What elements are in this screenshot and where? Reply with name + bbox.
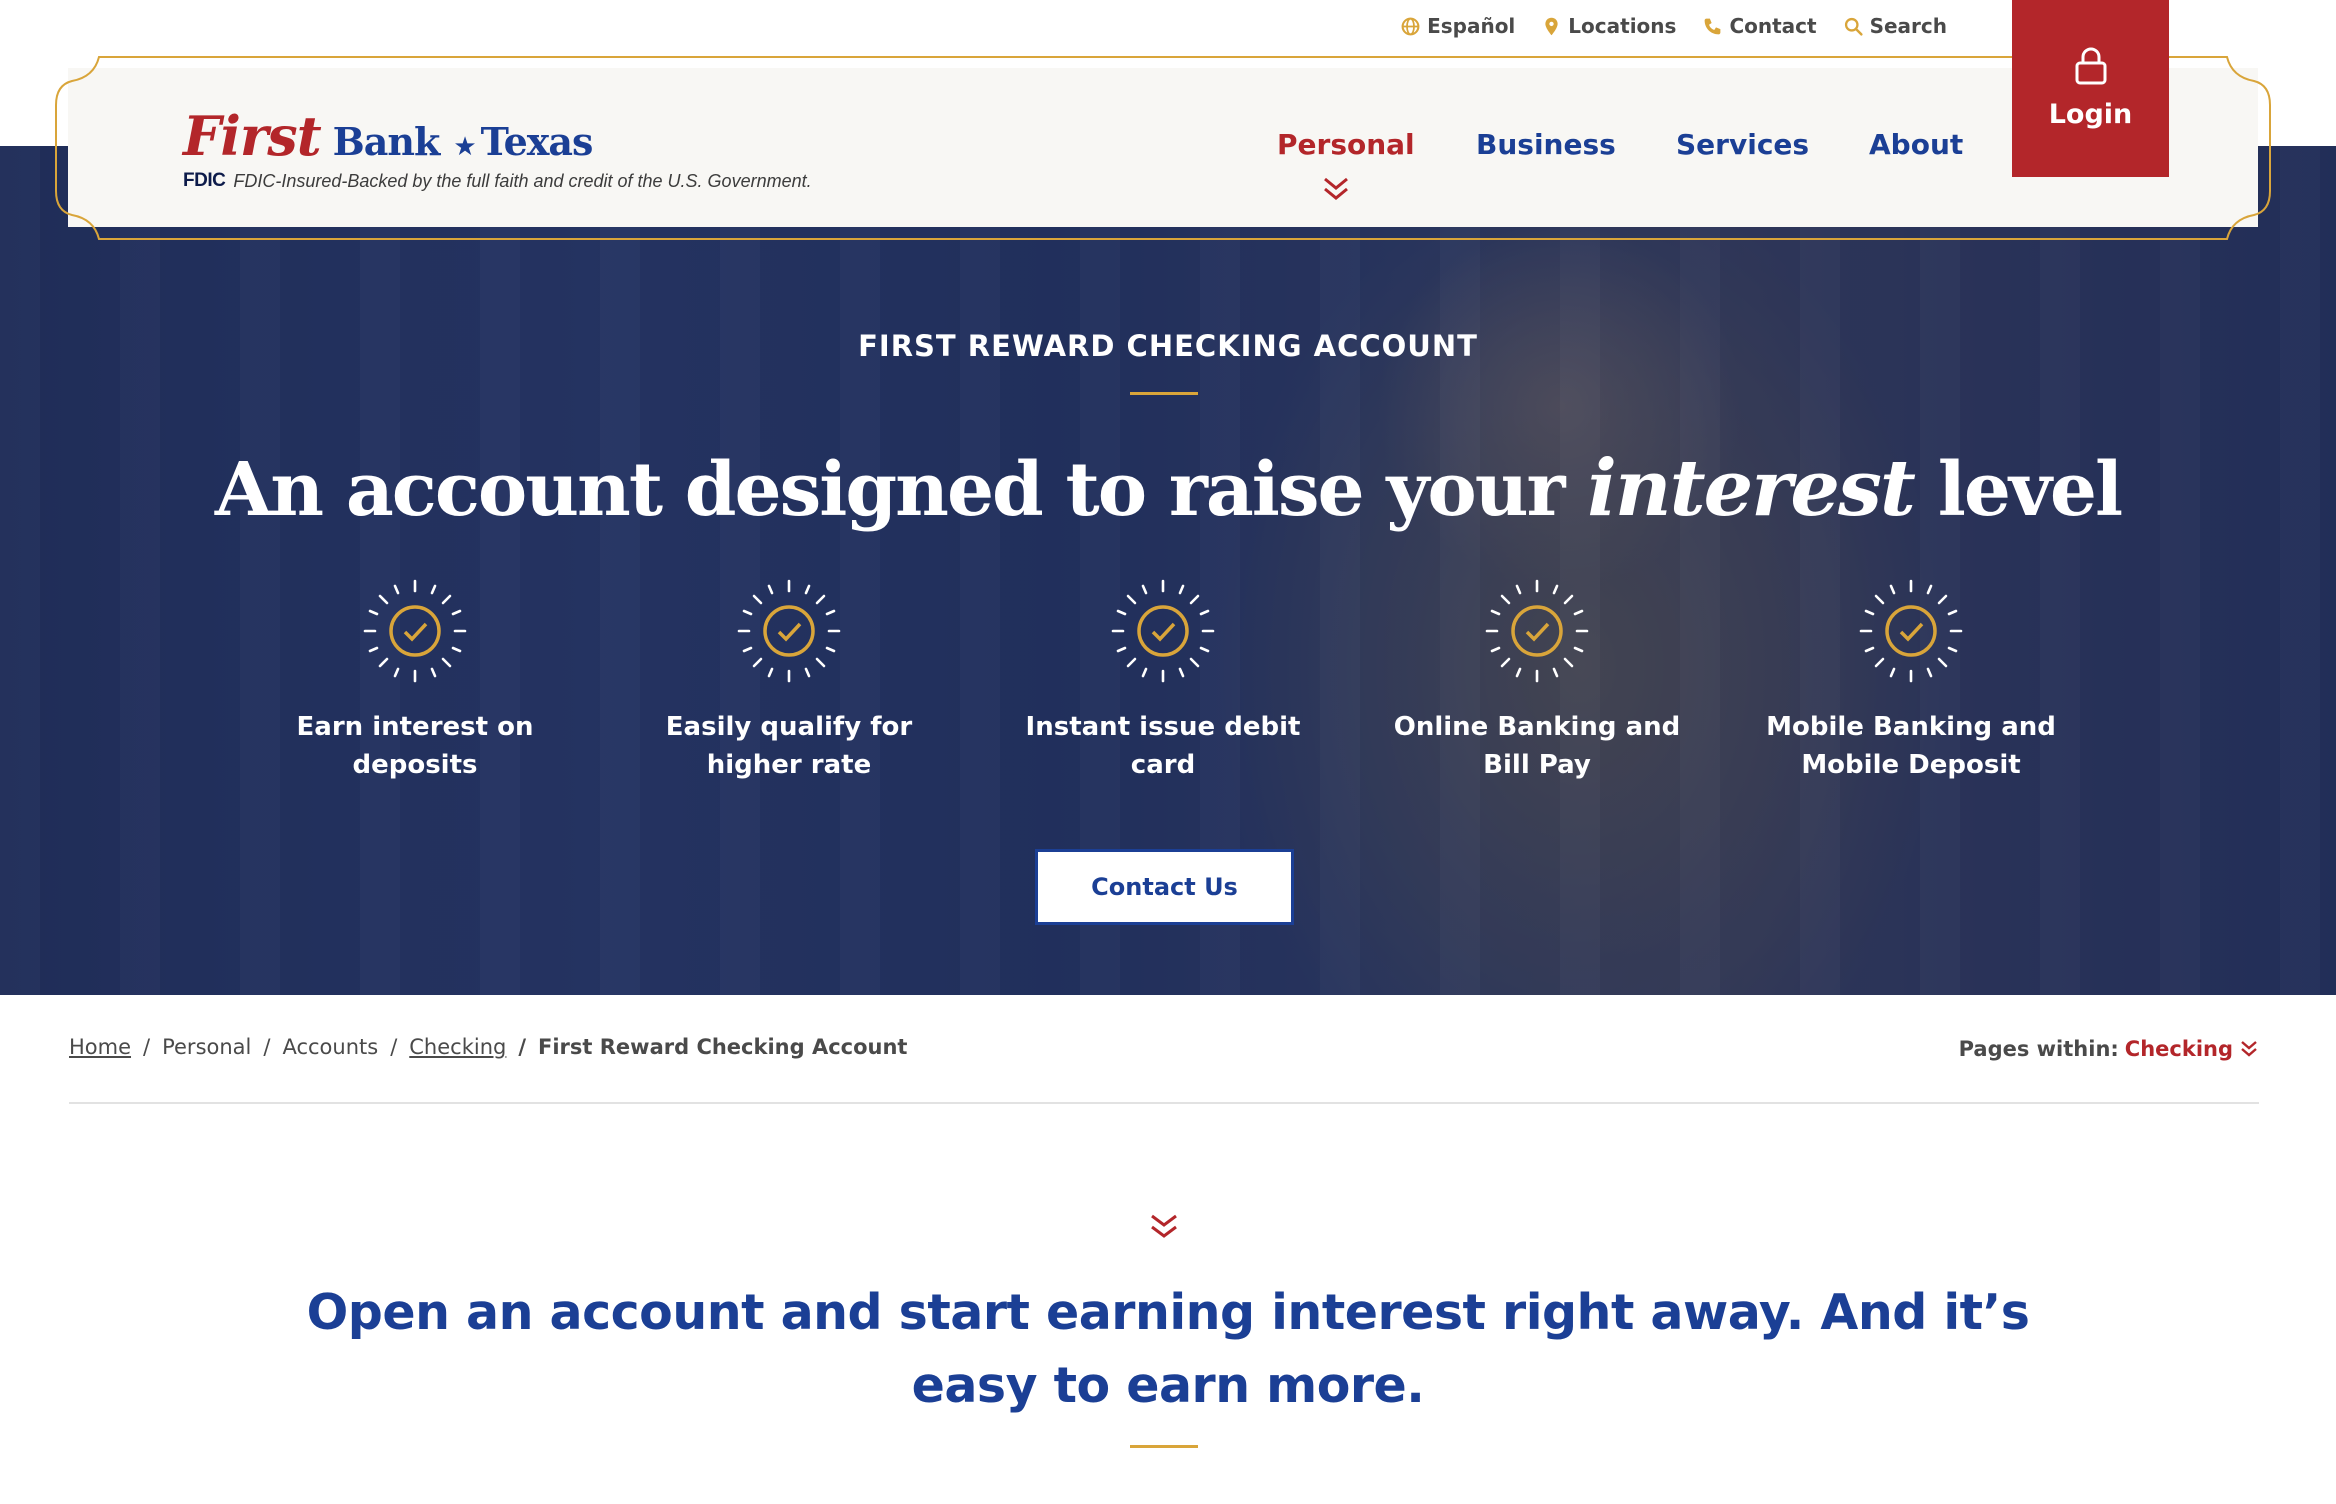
headline-before: An account designed to raise your [214, 447, 1588, 533]
chevron-down-icon [2241, 1041, 2257, 1057]
feature-item: Earn interest on deposits [265, 576, 565, 784]
breadcrumb-checking[interactable]: Checking [409, 1035, 506, 1059]
globe-icon [1401, 17, 1420, 35]
feature-label: Earn interest on deposits [296, 712, 534, 780]
map-pin-icon [1545, 17, 1558, 35]
espanol-link[interactable]: Español [1400, 14, 1515, 38]
sunburst-check-icon [1111, 579, 1215, 683]
feature-list: Earn interest on deposits Easily qualify… [265, 576, 2065, 796]
contact-us-button[interactable]: Contact Us [1035, 849, 1294, 925]
hero-eyebrow: FIRST REWARD CHECKING ACCOUNT [858, 329, 1478, 363]
breadcrumb-accounts: Accounts [282, 1035, 379, 1059]
fdic-badge: FDIC [183, 170, 226, 191]
feature-label: Instant issue debit card [1025, 712, 1301, 780]
breadcrumb-separator: / [518, 1035, 527, 1059]
intro-divider [1130, 1445, 1198, 1448]
breadcrumb-current: First Reward Checking Account [538, 1035, 908, 1059]
fdic-text: FDIC-Insured-Backed by the full faith an… [233, 170, 812, 191]
eyebrow-divider [1130, 392, 1198, 395]
breadcrumb-separator: / [263, 1035, 271, 1059]
sunburst-check-icon [1485, 579, 1589, 683]
locations-label: Locations [1568, 14, 1677, 38]
sunburst-check-icon [1859, 579, 1963, 683]
star-icon: ★ [453, 132, 477, 162]
brand-logo[interactable]: First Bank ★ Texas [183, 104, 594, 168]
breadcrumb-separator: / [143, 1035, 151, 1059]
search-icon [1844, 17, 1863, 36]
search-label: Search [1869, 14, 1947, 38]
nav-about[interactable]: About [1869, 128, 1963, 161]
breadcrumb-separator: / [390, 1035, 398, 1059]
login-button[interactable]: Login [2012, 0, 2169, 177]
utility-nav: Español Locations Contact Search [1400, 0, 1947, 52]
nav-services[interactable]: Services [1676, 128, 1809, 161]
nav-business[interactable]: Business [1476, 128, 1616, 161]
breadcrumb-home[interactable]: Home [69, 1035, 131, 1059]
search-link[interactable]: Search [1843, 14, 1947, 38]
espanol-label: Español [1427, 14, 1516, 38]
nav-personal[interactable]: Personal [1277, 128, 1415, 161]
logo-texas: Texas [480, 119, 594, 164]
logo-bank: Bank [332, 119, 441, 164]
breadcrumb-personal: Personal [162, 1035, 252, 1059]
logo-first: First [183, 104, 322, 168]
contact-link[interactable]: Contact [1702, 14, 1817, 38]
chevron-down-icon [1151, 1214, 1177, 1238]
sunburst-check-icon [363, 579, 467, 683]
locations-link[interactable]: Locations [1541, 14, 1676, 38]
feature-label: Easily qualify for higher rate [665, 712, 913, 780]
login-label: Login [2048, 99, 2133, 130]
breadcrumb: Home / Personal / Accounts / Checking / … [69, 1035, 907, 1059]
contact-label: Contact [1729, 14, 1817, 38]
feature-item: Instant issue debit card [1013, 576, 1313, 784]
breadcrumb-divider [69, 1102, 2259, 1104]
phone-icon [1705, 18, 1721, 34]
lock-icon [2075, 47, 2106, 85]
feature-item: Easily qualify for higher rate [639, 576, 939, 784]
hero-content: FIRST REWARD CHECKING ACCOUNT An account… [0, 146, 2336, 995]
pages-within-value: Checking [2124, 1037, 2233, 1061]
feature-label: Mobile Banking and Mobile Deposit [1766, 712, 2056, 780]
chevron-down-icon [1324, 177, 1348, 200]
feature-item: Online Banking and Bill Pay [1387, 576, 1687, 784]
sunburst-check-icon [737, 579, 841, 683]
headline-script-word: interest [1587, 443, 1916, 534]
feature-item: Mobile Banking and Mobile Deposit [1761, 576, 2061, 784]
headline-after: level [1913, 447, 2123, 533]
hero-headline: An account designed to raise your intere… [0, 443, 2336, 534]
feature-label: Online Banking and Bill Pay [1393, 712, 1681, 780]
fdic-notice: FDIC FDIC-Insured-Backed by the full fai… [183, 170, 812, 192]
intro-heading: Open an account and start earning intere… [306, 1284, 2030, 1414]
pages-within-label: Pages within: [1958, 1037, 2119, 1061]
pages-within-dropdown[interactable]: Pages within: Checking [1959, 1037, 2259, 1061]
